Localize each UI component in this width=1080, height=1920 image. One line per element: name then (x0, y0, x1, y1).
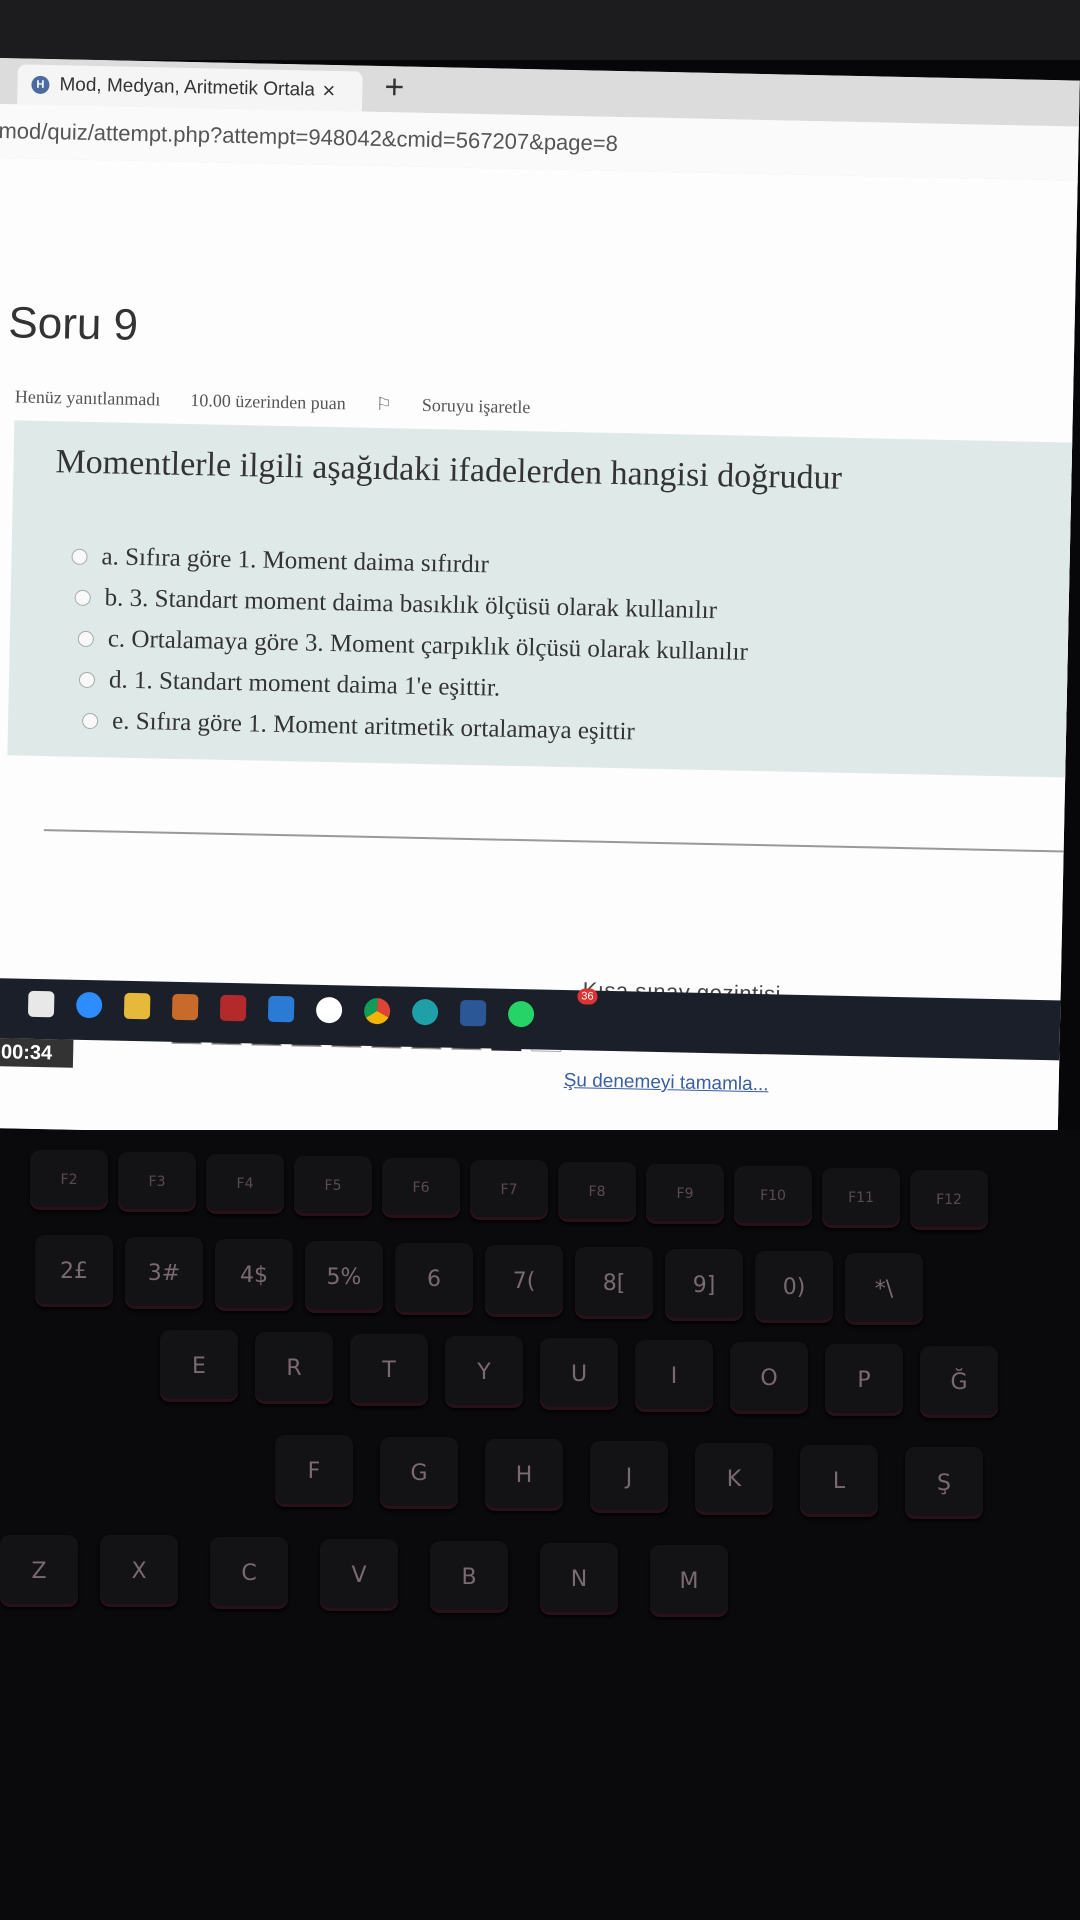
option-label: d. 1. Standart moment daima 1'e eşittir. (108, 666, 501, 702)
divider (43, 829, 1080, 853)
key: 7( (485, 1245, 563, 1317)
media-icon[interactable] (315, 996, 343, 1024)
key: L (800, 1445, 878, 1517)
option-label: a. Sıfıra göre 1. Moment daima sıfırdır (101, 543, 490, 579)
key: Y (445, 1336, 523, 1408)
flag-question-link[interactable]: ⚐ Soruyu işaretle (376, 394, 561, 419)
app-icon[interactable] (171, 993, 199, 1021)
word-icon[interactable] (459, 999, 487, 1027)
key: 2£ (35, 1235, 113, 1307)
key: 9] (665, 1249, 743, 1321)
option-label: b. 3. Standart moment daima basıklık ölç… (104, 584, 718, 625)
radio-button[interactable] (77, 630, 95, 648)
key: N (540, 1543, 618, 1615)
key: T (350, 1334, 428, 1406)
store-icon[interactable] (27, 990, 55, 1018)
key: F (275, 1435, 353, 1507)
option-label: c. Ortalamaya göre 3. Moment çarpıklık ö… (107, 625, 749, 666)
key: O (730, 1342, 808, 1414)
key: K (695, 1443, 773, 1515)
laptop-screen: H Mod, Medyan, Aritmetik Ortalam × + mod… (0, 58, 1080, 1151)
key: Ğ (920, 1346, 998, 1418)
tab-title: Mod, Medyan, Aritmetik Ortalam (59, 74, 315, 101)
key: B (430, 1541, 508, 1613)
flag-label: Soruyu işaretle (421, 394, 531, 418)
laptop-keyboard: F2 F3 F4 F5 F6 F7 F8 F9 F10 F11 F12 2£ 3… (0, 1130, 1080, 1920)
key: R (255, 1332, 333, 1404)
mail-icon[interactable] (267, 995, 295, 1023)
answer-options: a. Sıfıra göre 1. Moment daima sıfırdır … (68, 537, 750, 756)
key: F5 (294, 1156, 372, 1216)
key: 5% (305, 1241, 383, 1313)
key: C (210, 1537, 288, 1609)
radio-button[interactable] (78, 671, 96, 689)
question-box: Momentlerle ilgili aşağıdaki ifadelerden… (7, 420, 1075, 778)
key: V (320, 1539, 398, 1611)
app-icon[interactable] (219, 994, 247, 1022)
finish-attempt-link[interactable]: Şu denemeyi tamamla... (563, 1070, 768, 1096)
question-meta: Henüz yanıtlanmadı 10.00 üzerinden puan … (15, 386, 591, 419)
key: P (825, 1344, 903, 1416)
site-favicon-icon: H (31, 75, 50, 95)
notification-badge: 36 (577, 988, 598, 1005)
key: F11 (822, 1168, 900, 1228)
key: 0) (755, 1251, 833, 1323)
key: F6 (382, 1158, 460, 1218)
zoom-icon[interactable] (75, 991, 103, 1019)
key: F10 (734, 1166, 812, 1226)
edge-icon[interactable] (411, 998, 439, 1026)
key: 3# (125, 1237, 203, 1309)
new-tab-icon[interactable]: + (384, 68, 405, 107)
key: J (590, 1441, 668, 1513)
key: 6 (395, 1243, 473, 1315)
radio-button[interactable] (71, 548, 88, 565)
key: F7 (470, 1160, 548, 1220)
radio-button[interactable] (74, 589, 91, 607)
question-text: Momentlerle ilgili aşağıdaki ifadelerden… (55, 443, 843, 497)
question-points: 10.00 üzerinden puan (190, 390, 346, 414)
chrome-icon[interactable] (363, 997, 391, 1025)
key: 4$ (215, 1239, 293, 1311)
question-title: Soru 9 (7, 298, 139, 350)
whatsapp-icon[interactable] (507, 1000, 535, 1028)
key: F3 (118, 1152, 196, 1212)
key: *\ (845, 1253, 923, 1325)
question-status: Henüz yanıtlanmadı (14, 386, 161, 410)
flag-icon: ⚐ (375, 393, 393, 415)
key: H (485, 1439, 563, 1511)
key: Z (0, 1535, 78, 1607)
radio-button[interactable] (81, 712, 99, 730)
close-tab-icon[interactable]: × (322, 78, 335, 104)
key: F2 (30, 1150, 108, 1210)
key: Ş (905, 1447, 983, 1519)
key: X (100, 1535, 178, 1607)
url-text[interactable]: mod/quiz/attempt.php?attempt=948042&cmid… (0, 118, 618, 157)
key: F4 (206, 1154, 284, 1214)
screen-bezel (0, 0, 1080, 60)
key: E (160, 1330, 238, 1402)
key: F8 (558, 1162, 636, 1222)
key: G (380, 1437, 458, 1509)
key: U (540, 1338, 618, 1410)
key: M (650, 1545, 728, 1617)
folder-icon[interactable] (123, 992, 151, 1020)
quiz-timer: 0:00:34 (0, 1037, 74, 1068)
key: F9 (646, 1164, 724, 1224)
key: 8[ (575, 1247, 653, 1319)
key: F12 (910, 1170, 988, 1230)
key: I (635, 1340, 713, 1412)
option-label: e. Sıfıra göre 1. Moment aritmetik ortal… (111, 707, 636, 746)
